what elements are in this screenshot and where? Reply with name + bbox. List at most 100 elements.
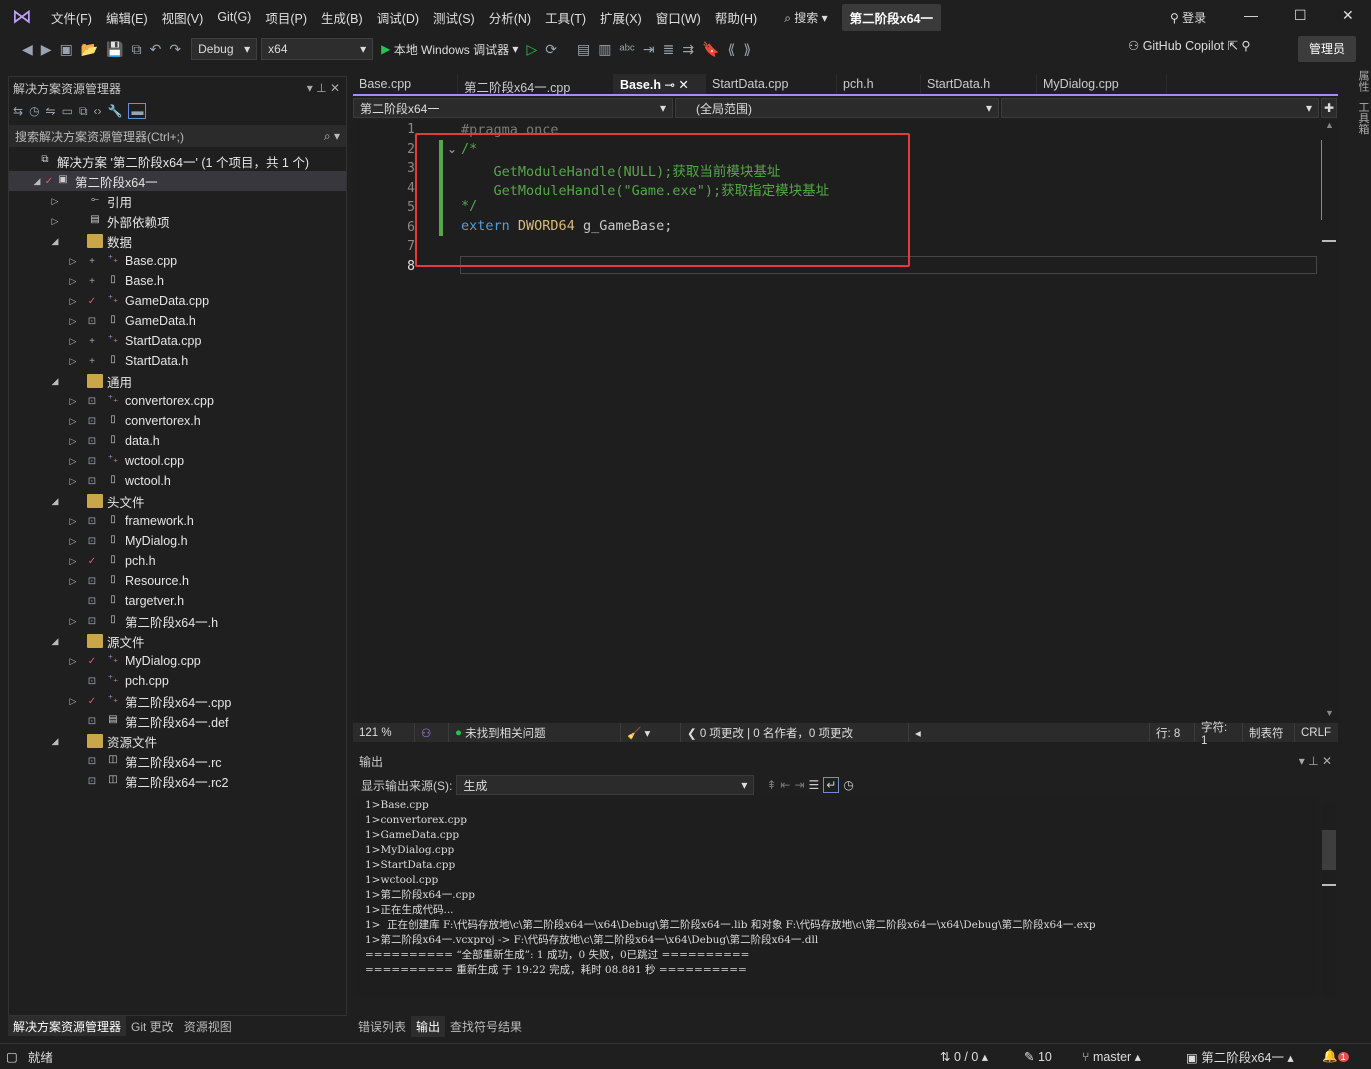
bookmark-prev-icon[interactable]: ⟪ <box>728 41 736 58</box>
login-button[interactable]: ⚲ 登录 <box>1170 9 1206 26</box>
output-scrollbar[interactable] <box>1322 802 1336 998</box>
expand-arrow-icon[interactable]: ◢ <box>49 236 61 247</box>
tree-item[interactable]: ▷ ⊡ ▯ 第二阶段x64一.h <box>9 611 346 631</box>
expand-arrow-icon[interactable]: ▷ <box>67 696 79 707</box>
vs-logo-icon[interactable]: ⋈ <box>10 5 34 29</box>
expand-arrow-icon[interactable]: ▷ <box>49 196 61 207</box>
tab-output[interactable]: 输出 <box>411 1016 446 1037</box>
menu-item-10[interactable]: 扩展(X) <box>593 8 649 27</box>
expand-arrow-icon[interactable]: ▷ <box>67 436 79 447</box>
tree-item[interactable]: ▷ ⟜ 引用 <box>9 191 346 211</box>
tree-item[interactable]: ⊡ ▯ targetver.h <box>9 591 346 611</box>
project-dropdown[interactable]: 第二阶段x64一 ▾ <box>353 98 673 118</box>
expand-arrow-icon[interactable]: ▷ <box>67 656 79 667</box>
sync-indicator[interactable]: ⇅ 0 / 0 ▴ <box>940 1049 988 1064</box>
panel-controls-icon[interactable]: ▾ ⊥ ✕ <box>1299 754 1332 768</box>
new-project-icon[interactable]: ▣ <box>60 41 73 58</box>
expand-arrow-icon[interactable]: ▷ <box>67 456 79 467</box>
menu-item-11[interactable]: 窗口(W) <box>649 8 708 27</box>
tree-item[interactable]: ◢ 数据 <box>9 231 346 251</box>
tree-item[interactable]: ⊡ ▤ 第二阶段x64一.def <box>9 711 346 731</box>
expand-arrow-icon[interactable]: ▷ <box>67 256 79 267</box>
line-indicator[interactable]: 行: 8 <box>1149 723 1195 742</box>
redo-icon[interactable]: ↷ <box>169 41 181 58</box>
prev-message-icon[interactable]: ⇤ <box>780 778 790 792</box>
expand-arrow-icon[interactable]: ▷ <box>67 616 79 627</box>
open-folder-icon[interactable]: 📂 <box>81 41 98 58</box>
expand-arrow-icon[interactable]: ▷ <box>67 316 79 327</box>
tree-item[interactable]: ▷ + ⁺₊ Base.cpp <box>9 251 346 271</box>
menu-item-9[interactable]: 工具(T) <box>538 8 593 27</box>
expand-arrow-icon[interactable]: ▷ <box>49 216 61 227</box>
menu-item-1[interactable]: 编辑(E) <box>99 8 155 27</box>
expand-arrow-icon[interactable]: ▷ <box>67 396 79 407</box>
tree-item[interactable]: ⊡ ⁺₊ pch.cpp <box>9 671 346 691</box>
tree-item[interactable]: ▷ ⊡ ▯ wctool.h <box>9 471 346 491</box>
editor-tab[interactable]: StartData.cpp <box>706 74 837 94</box>
forward-icon[interactable]: ▶ <box>41 41 52 58</box>
menu-item-6[interactable]: 调试(D) <box>370 8 426 27</box>
solution-explorer-icon[interactable]: ▤ <box>577 41 590 58</box>
wrench-icon[interactable]: 🔧 <box>108 104 123 118</box>
tree-item[interactable]: ▷ ⊡ ▯ convertorex.h <box>9 411 346 431</box>
output-text[interactable]: 1>Base.cpp 1>convertorex.cpp 1>GameData.cp… <box>353 798 1319 998</box>
tree-item[interactable]: ⊡ ◫ 第二阶段x64一.rc <box>9 751 346 771</box>
step-icon[interactable]: ⇥ <box>643 41 655 58</box>
expand-arrow-icon[interactable]: ▷ <box>67 296 79 307</box>
char-indicator[interactable]: 字符: 1 <box>1195 722 1243 747</box>
tree-item[interactable]: ▷ + ▯ StartData.h <box>9 351 346 371</box>
clear-all-icon[interactable]: ☰ <box>809 778 820 792</box>
expand-arrow-icon[interactable]: ▷ <box>67 476 79 487</box>
tab-error-list[interactable]: 错误列表 <box>353 1016 411 1037</box>
platform-select[interactable]: x64 ▾ <box>261 38 374 60</box>
output-scroll-thumb[interactable] <box>1322 830 1336 870</box>
tree-item[interactable]: ◢ 资源文件 <box>9 731 346 751</box>
editor-tab[interactable]: MyDialog.cpp <box>1037 74 1167 94</box>
expand-arrow-icon[interactable]: ▷ <box>67 336 79 347</box>
split-icon[interactable]: ✚ <box>1321 98 1337 118</box>
tree-item[interactable]: ▷ ⊡ ▯ Resource.h <box>9 571 346 591</box>
expand-arrow-icon[interactable]: ▷ <box>67 276 79 287</box>
hscroll[interactable]: ◂ <box>909 723 1149 742</box>
scroll-down-icon[interactable]: ▼ <box>1325 708 1334 718</box>
editor-tab[interactable]: StartData.h <box>921 74 1037 94</box>
zoom-level[interactable]: 121 % <box>353 723 415 742</box>
properties-tab[interactable]: 属性 <box>1357 70 1369 92</box>
tree-item[interactable]: ▷ + ▯ Base.h <box>9 271 346 291</box>
preview-icon[interactable]: ▬ <box>128 103 147 119</box>
start-without-debug-icon[interactable]: ▷ <box>526 41 537 58</box>
expand-arrow-icon[interactable]: ◢ <box>31 176 43 187</box>
menu-item-5[interactable]: 生成(B) <box>314 8 370 27</box>
goto-error-icon[interactable]: ⇞ <box>766 778 776 792</box>
undo-icon[interactable]: ↶ <box>150 41 162 58</box>
solution-search-input[interactable]: 搜索解决方案资源管理器(Ctrl+;) ⌕ ▾ <box>9 125 346 147</box>
tree-item[interactable]: ▷ ✓ ⁺₊ GameData.cpp <box>9 291 346 311</box>
menu-item-12[interactable]: 帮助(H) <box>708 8 764 27</box>
editor-scrollbar[interactable]: ▲ ▼ <box>1322 120 1336 722</box>
expand-arrow-icon[interactable]: ◢ <box>49 736 61 747</box>
menu-item-2[interactable]: 视图(V) <box>155 8 211 27</box>
tree-item[interactable]: ▷ ⊡ ▯ GameData.h <box>9 311 346 331</box>
tree-item[interactable]: ▷ ✓ ⁺₊ 第二阶段x64一.cpp <box>9 691 346 711</box>
hot-reload-icon[interactable]: ⟳ <box>545 41 557 58</box>
start-debug-button[interactable]: ▶ 本地 Windows 调试器 ▾ <box>381 41 518 58</box>
word-wrap-icon[interactable]: ↵ <box>823 777 840 793</box>
timestamp-icon[interactable]: ◷ <box>843 778 853 792</box>
save-all-icon[interactable]: ⧉ <box>132 41 142 58</box>
expand-arrow-icon[interactable]: ◢ <box>49 636 61 647</box>
tree-item[interactable]: ⧉ 解决方案 '第二阶段x64一' (1 个项目，共 1 个) <box>9 151 346 171</box>
branch-indicator[interactable]: ⑂ master ▴ <box>1082 1049 1141 1064</box>
tree-item[interactable]: ⊡ ◫ 第二阶段x64一.rc2 <box>9 771 346 791</box>
close-window-button[interactable]: ✕ <box>1342 7 1354 24</box>
tree-item[interactable]: ◢ 通用 <box>9 371 346 391</box>
expand-arrow-icon[interactable]: ▷ <box>67 416 79 427</box>
indent-icon[interactable]: ⇉ <box>682 41 694 58</box>
tree-item[interactable]: ▷ ✓ ▯ pch.h <box>9 551 346 571</box>
expand-arrow-icon[interactable]: ▷ <box>67 536 79 547</box>
show-all-icon[interactable]: ⧉ <box>79 104 88 119</box>
bookmark-icon[interactable]: 🔖 <box>702 41 719 58</box>
github-copilot-button[interactable]: ⚇ GitHub Copilot ⇱ ⚲ <box>1128 38 1251 53</box>
issues-indicator[interactable]: ● 未找到相关问题 <box>449 723 621 742</box>
changes-indicator[interactable]: ❮ 0 项更改 | 0 名作者，0 项更改 <box>681 723 909 742</box>
menu-item-7[interactable]: 测试(S) <box>426 8 482 27</box>
